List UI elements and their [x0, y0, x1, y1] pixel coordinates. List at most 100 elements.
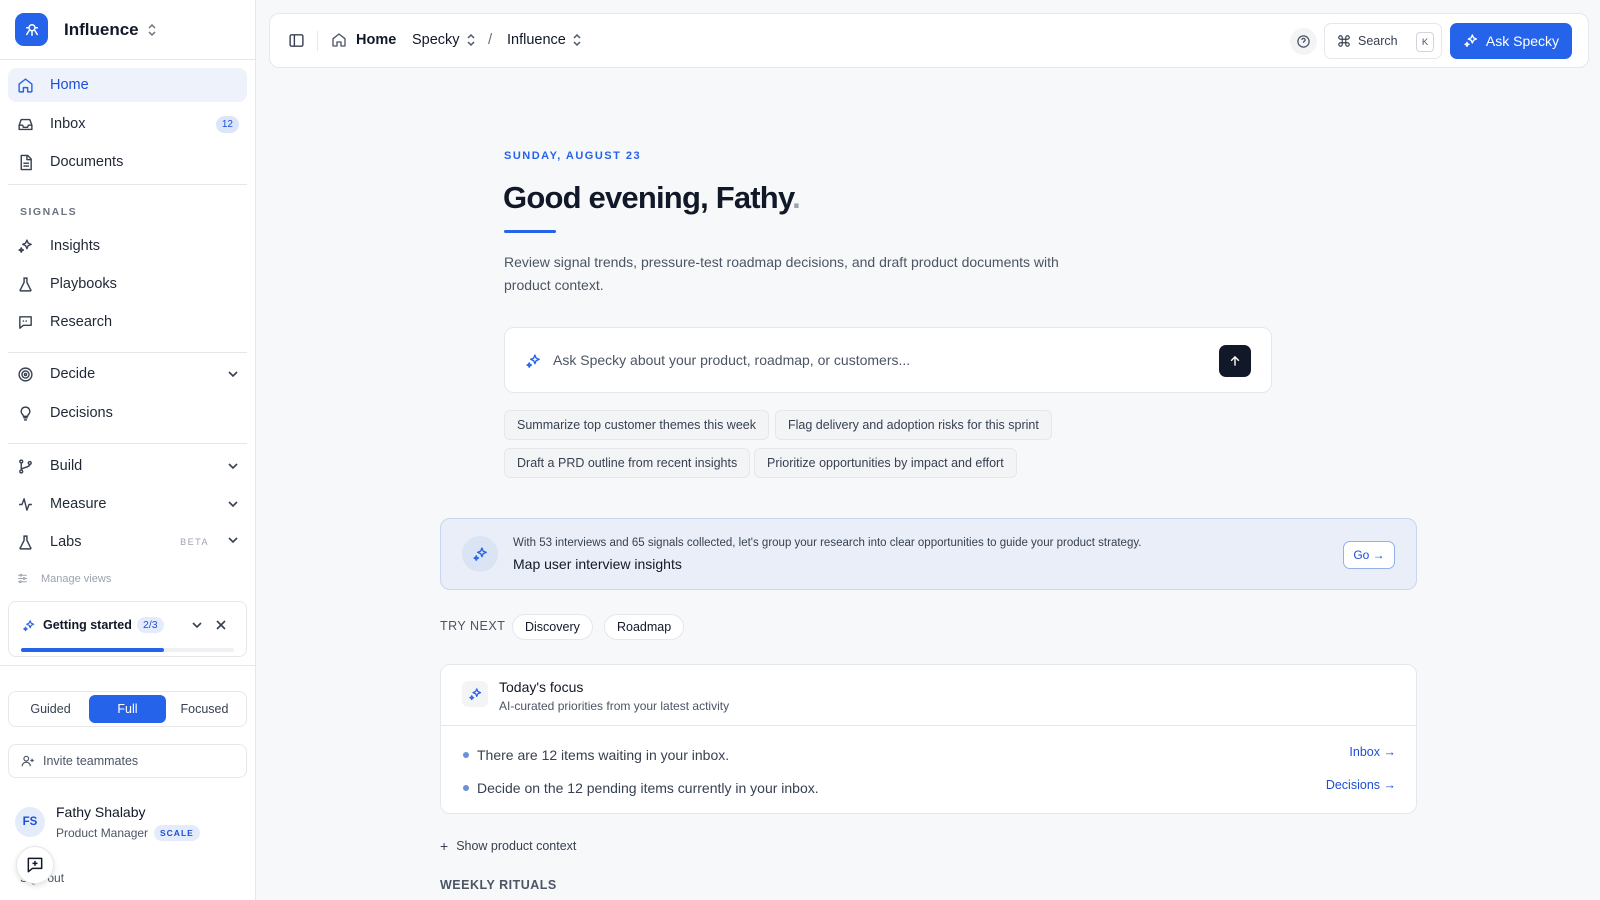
sidebar: Influence Home Inbox 12 Documents SIGNAL…	[0, 0, 256, 900]
sidebar-item-inbox[interactable]: Inbox 12	[8, 107, 247, 141]
sidebar-item-research[interactable]: Research	[8, 305, 247, 339]
document-icon	[16, 153, 34, 171]
show-context-label: Show product context	[456, 839, 577, 853]
greeting-text: Good evening, Fathy	[503, 180, 793, 215]
sidebar-item-labs[interactable]: Labs BETA	[8, 525, 247, 559]
message-plus-icon	[25, 855, 45, 875]
bullet	[463, 785, 469, 791]
feedback-button[interactable]	[16, 846, 54, 884]
avatar[interactable]: FS	[15, 807, 45, 837]
git-branch-icon	[16, 457, 34, 475]
search-label: Search	[1358, 34, 1398, 48]
title-underline	[504, 230, 556, 233]
view-mode-full[interactable]: Full	[89, 695, 166, 723]
inbox-count-badge: 12	[215, 115, 239, 133]
plus-icon: +	[440, 838, 449, 854]
sparkles-icon	[22, 619, 36, 633]
sparkles-icon	[1463, 33, 1479, 49]
section-label-signals: SIGNALS	[20, 206, 78, 218]
suggestion-chip[interactable]: Summarize top customer themes this week	[504, 410, 769, 440]
breadcrumb-org[interactable]: Specky	[412, 32, 476, 48]
breadcrumb-workspace[interactable]: Influence	[507, 32, 582, 48]
go-button[interactable]: Go →	[1343, 541, 1395, 569]
flask-icon	[16, 533, 34, 551]
getting-started-card[interactable]: Getting started 2/3	[8, 601, 247, 657]
send-button[interactable]	[1219, 345, 1251, 377]
user-role: Product Manager	[56, 826, 149, 840]
close-icon[interactable]	[215, 619, 227, 631]
try-next-roadmap[interactable]: Roadmap	[604, 614, 685, 640]
sparkles-icon	[16, 237, 34, 255]
manage-views-label: Manage views	[41, 572, 112, 585]
sidebar-item-decisions[interactable]: Decisions	[8, 396, 247, 430]
banner-title: Map user interview insights	[513, 556, 682, 572]
focus-subtitle: AI-curated priorities from your latest a…	[499, 699, 730, 713]
breadcrumb-separator: /	[488, 31, 493, 48]
search-button[interactable]: Search K	[1324, 23, 1442, 59]
view-mode-focused[interactable]: Focused	[166, 695, 243, 723]
sidebar-item-home[interactable]: Home	[8, 68, 247, 102]
sidebar-item-documents[interactable]: Documents	[8, 145, 247, 179]
home-icon	[331, 32, 347, 48]
breadcrumb-home[interactable]: Home	[331, 32, 396, 48]
sidebar-item-measure[interactable]: Measure	[8, 487, 247, 521]
view-mode-toggle[interactable]: Guided Full Focused	[8, 691, 247, 727]
divider	[8, 184, 247, 185]
suggestion-chip[interactable]: Prioritize opportunities by impact and e…	[754, 448, 1017, 478]
sidebar-toggle-icon[interactable]	[288, 32, 305, 49]
page-subtitle: Review signal trends, pressure-test road…	[504, 254, 1059, 293]
focus-link-inbox[interactable]: Inbox →	[1349, 745, 1396, 759]
divider	[8, 352, 247, 353]
focus-link-label: Inbox	[1349, 745, 1381, 759]
focus-title: Today's focus	[499, 679, 584, 695]
getting-started-progress	[21, 648, 234, 652]
user-name: Fathy Shalaby	[56, 804, 146, 820]
getting-started-count: 2/3	[137, 617, 164, 633]
sidebar-item-label: Insights	[50, 238, 100, 254]
divider	[0, 665, 256, 666]
sidebar-item-build[interactable]: Build	[8, 449, 247, 483]
suggestion-chip[interactable]: Flag delivery and adoption risks for thi…	[775, 410, 1052, 440]
help-button[interactable]	[1290, 28, 1317, 55]
ask-prompt-box	[504, 327, 1272, 393]
chevron-down-icon	[227, 368, 239, 380]
sparkles-icon	[462, 536, 498, 572]
chevron-down-icon[interactable]	[191, 619, 203, 631]
recommendation-banner: With 53 interviews and 65 signals collec…	[440, 518, 1417, 590]
view-mode-guided[interactable]: Guided	[12, 695, 89, 723]
show-product-context-button[interactable]: + Show product context	[440, 838, 576, 854]
go-label: Go	[1353, 548, 1370, 562]
progress-fill	[21, 648, 164, 652]
focus-link-label: Decisions	[1325, 778, 1381, 792]
help-icon	[1296, 34, 1311, 49]
ask-prompt-input[interactable]	[553, 348, 1193, 372]
sidebar-item-label: Research	[50, 314, 113, 330]
arrow-right-icon: →	[1369, 548, 1385, 562]
banner-description: With 53 interviews and 65 signals collec…	[513, 537, 1142, 549]
getting-started-title: Getting started	[43, 618, 132, 632]
workspace-logo-icon	[15, 13, 48, 46]
ask-specky-button[interactable]: Ask Specky	[1450, 23, 1572, 59]
sidebar-item-insights[interactable]: Insights	[8, 229, 247, 263]
breadcrumb-workspace-label: Influence	[507, 32, 566, 48]
greeting-dot: .	[792, 180, 801, 215]
sidebar-item-label: Inbox	[50, 116, 86, 132]
manage-views-button[interactable]: Manage views	[16, 572, 111, 585]
page-title: Good evening, Fathy.	[503, 180, 801, 216]
divider	[8, 443, 247, 444]
sidebar-item-label: Decide	[50, 366, 96, 382]
chevron-down-icon	[227, 534, 239, 550]
sidebar-item-decide[interactable]: Decide	[8, 357, 247, 391]
workspace-switcher[interactable]: Influence	[15, 13, 157, 46]
sidebar-item-playbooks[interactable]: Playbooks	[8, 267, 247, 301]
suggestion-chip[interactable]: Draft a PRD outline from recent insights	[504, 448, 751, 478]
plan-badge: SCALE	[154, 825, 200, 841]
breadcrumb-home-label: Home	[356, 32, 397, 48]
focus-link-decisions[interactable]: Decisions →	[1326, 778, 1396, 792]
sidebar-item-label: Measure	[50, 496, 107, 512]
invite-teammates-button[interactable]: Invite teammates	[8, 744, 247, 778]
try-next-discovery[interactable]: Discovery	[512, 614, 593, 640]
chevron-updown-icon	[466, 33, 476, 47]
date-label: SUNDAY, AUGUST 23	[504, 150, 642, 162]
focus-item: Decide on the 12 pending items currently…	[463, 780, 819, 796]
